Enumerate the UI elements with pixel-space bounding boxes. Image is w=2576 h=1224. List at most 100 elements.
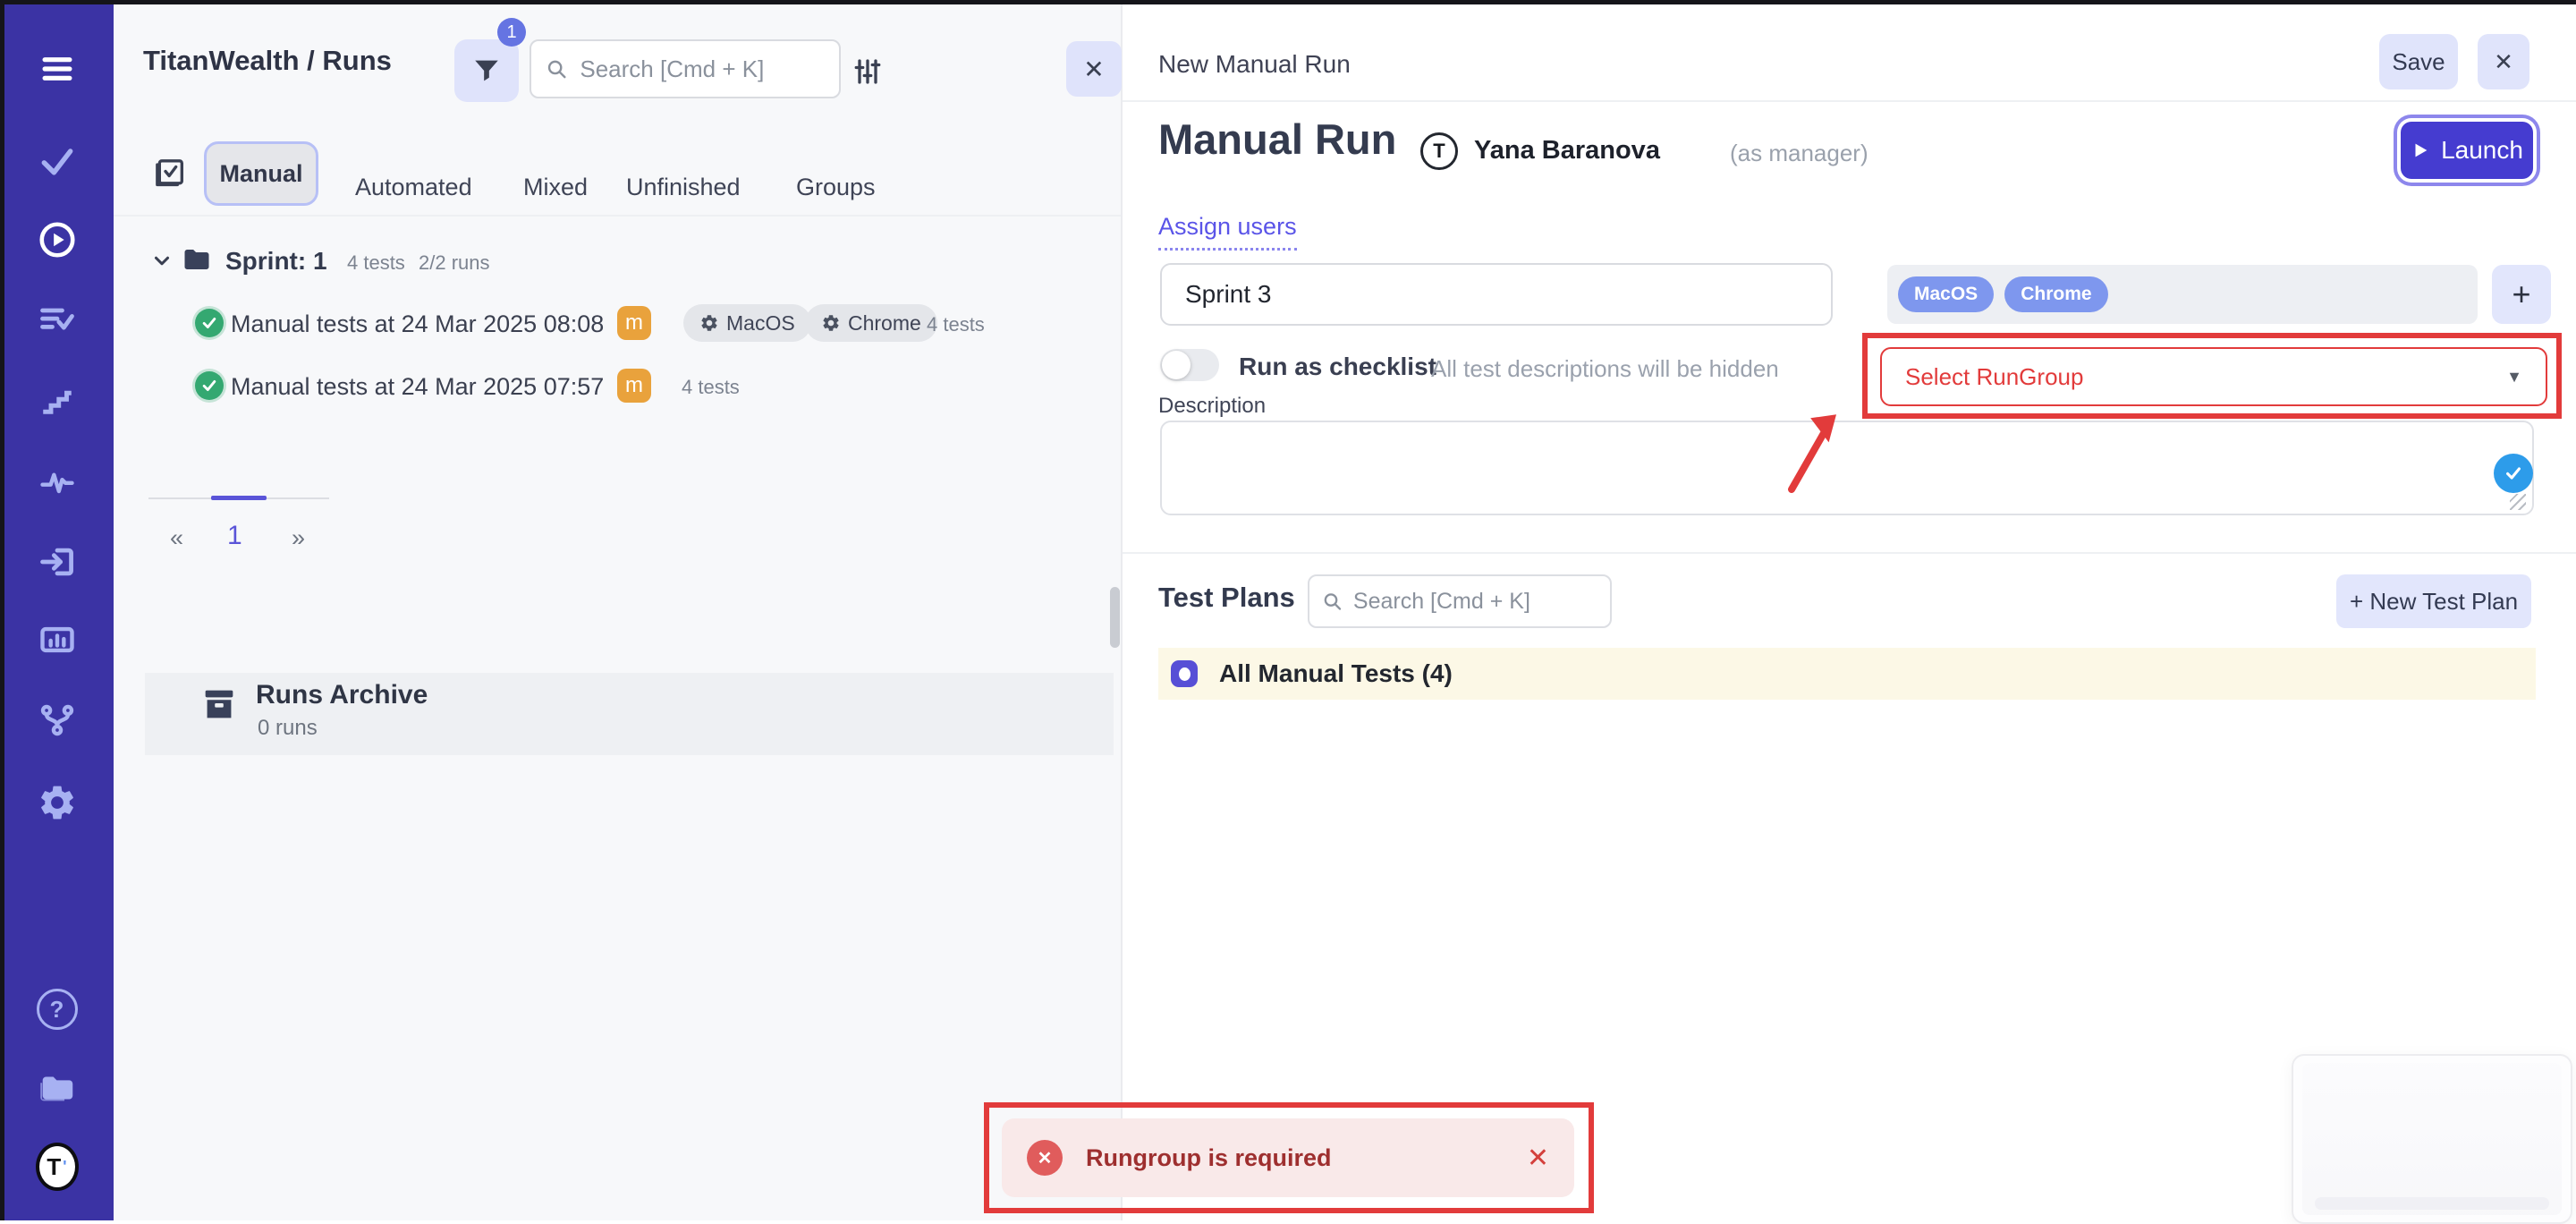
run-status-passed-icon [195, 309, 224, 337]
gear-icon [821, 313, 841, 333]
breadcrumb-page: Runs [322, 45, 392, 76]
close-icon: ✕ [2494, 48, 2513, 76]
view-settings-button[interactable] [848, 52, 887, 91]
import-icon[interactable] [36, 540, 79, 583]
run-title[interactable]: Manual tests at 24 Mar 2025 07:57 [231, 373, 604, 401]
checklist-label: Run as checklist [1239, 353, 1436, 381]
toast-message: Rungroup is required [1086, 1144, 1527, 1172]
gear-icon [699, 313, 719, 333]
test-plan-label: All Manual Tests (4) [1219, 659, 1453, 688]
add-environment-button[interactable]: + [2492, 265, 2551, 324]
pagination-next[interactable]: » [292, 524, 305, 552]
panel-title: New Manual Run [1158, 50, 1351, 79]
selected-radio[interactable] [1171, 660, 1198, 687]
runs-search[interactable] [530, 39, 841, 98]
gear-icon[interactable] [36, 781, 79, 824]
test-plan-row[interactable]: All Manual Tests (4) [1158, 648, 2536, 700]
analytics-icon[interactable] [36, 618, 79, 661]
screen-edge-left [0, 0, 4, 1220]
checklist-hint: All test descriptions will be hidden [1431, 355, 1779, 383]
filter-button[interactable] [454, 39, 519, 102]
manual-run-badge: m [617, 306, 651, 340]
toggle-knob [1162, 351, 1191, 379]
environments-box: MacOS Chrome [1887, 265, 2478, 324]
tab-manual[interactable]: Manual [204, 141, 318, 206]
manual-run-badge: m [617, 369, 651, 403]
close-panel-button[interactable]: ✕ [2478, 34, 2529, 89]
comment-check-button[interactable] [2494, 454, 2533, 493]
test-plans-search-input[interactable] [1352, 588, 1597, 616]
help-glyph: ? [37, 989, 78, 1030]
annotation-arrow [1775, 404, 1856, 503]
tab-automated[interactable]: Automated [355, 174, 472, 201]
pagination-prev[interactable]: « [170, 524, 183, 552]
resize-handle[interactable] [2510, 494, 2526, 510]
check-icon [2504, 463, 2523, 483]
play-icon [2411, 140, 2430, 160]
owner-avatar: T [1420, 132, 1458, 170]
archive-title: Runs Archive [256, 680, 428, 710]
test-plans-title: Test Plans [1158, 582, 1295, 614]
help-icon[interactable]: ? [36, 988, 79, 1031]
tab-mixed[interactable]: Mixed [523, 174, 588, 201]
env-chip-chrome[interactable]: Chrome [805, 304, 937, 342]
results-list-icon[interactable] [36, 299, 79, 342]
steps-icon[interactable] [36, 379, 79, 422]
assign-users-link[interactable]: Assign users [1158, 213, 1297, 251]
runs-search-input[interactable] [578, 55, 825, 84]
owner-name: Yana Baranova [1474, 136, 1660, 166]
tab-groups[interactable]: Groups [796, 174, 876, 201]
save-button[interactable]: Save [2379, 34, 2458, 89]
checklist-icon[interactable] [152, 156, 188, 196]
pulse-icon[interactable] [36, 460, 79, 503]
folder-icon [181, 243, 213, 280]
run-tests-count: 4 tests [927, 313, 985, 336]
run-name-input[interactable] [1162, 265, 1831, 324]
sprint-runs-count: 2/2 runs [419, 251, 490, 275]
env-pill-macos[interactable]: MacOS [1898, 276, 1994, 312]
archive-box-icon [199, 684, 240, 729]
env-chip-macos[interactable]: MacOS [683, 304, 811, 342]
brand-logo-letter: T [47, 1153, 61, 1181]
menu-icon[interactable] [36, 47, 79, 90]
pagination-page-1[interactable]: 1 [227, 521, 242, 551]
branch-icon[interactable] [36, 699, 79, 742]
runs-play-circle-icon[interactable] [36, 218, 79, 261]
scrollbar-thumb[interactable] [1110, 587, 1120, 648]
close-icon: ✕ [1083, 55, 1104, 84]
run-form-title: Manual Run [1158, 115, 1396, 164]
test-plans-search[interactable] [1308, 574, 1612, 628]
run-status-passed-icon [195, 371, 224, 400]
breadcrumb-project[interactable]: TitanWealth [143, 45, 300, 76]
new-test-plan-button[interactable]: + New Test Plan [2336, 574, 2531, 628]
search-icon [546, 56, 567, 81]
sprint-folder-label[interactable]: Sprint: 1 [225, 247, 327, 276]
rungroup-placeholder: Select RunGroup [1905, 363, 2083, 391]
chevron-down-icon: ▼ [2506, 368, 2522, 387]
tests-check-icon[interactable] [36, 140, 79, 183]
env-pill-chrome[interactable]: Chrome [2004, 276, 2107, 312]
run-as-checklist-toggle[interactable] [1160, 349, 1219, 381]
panel-divider [1121, 4, 1123, 1220]
breadcrumb: TitanWealth / Runs [143, 45, 392, 77]
screenshot-thumbnail[interactable] [2292, 1054, 2572, 1224]
error-icon: ✕ [1027, 1140, 1063, 1176]
run-tests-count: 4 tests [682, 376, 740, 399]
brand-logo[interactable]: T' [36, 1145, 79, 1188]
tab-unfinished[interactable]: Unfinished [626, 174, 741, 201]
sprint-tests-count: 4 tests [347, 251, 405, 275]
run-title[interactable]: Manual tests at 24 Mar 2025 08:08 [231, 310, 604, 338]
projects-folder-icon[interactable] [36, 1067, 79, 1109]
funnel-icon [471, 55, 502, 86]
launch-button[interactable]: Launch [2401, 122, 2533, 179]
rungroup-select[interactable]: Select RunGroup ▼ [1880, 347, 2547, 406]
collapse-panel-button[interactable]: ✕ [1066, 41, 1122, 97]
owner-role: (as manager) [1730, 140, 1868, 167]
screen-edge-top [0, 0, 2576, 4]
env-chip-label: Chrome [848, 311, 921, 336]
header-divider [1123, 100, 2576, 102]
toast-close-button[interactable]: ✕ [1527, 1143, 1549, 1174]
run-name-field[interactable] [1160, 263, 1833, 326]
chevron-down-icon[interactable] [150, 249, 174, 276]
screenshot-thumbnail-content [2302, 1063, 2562, 1215]
